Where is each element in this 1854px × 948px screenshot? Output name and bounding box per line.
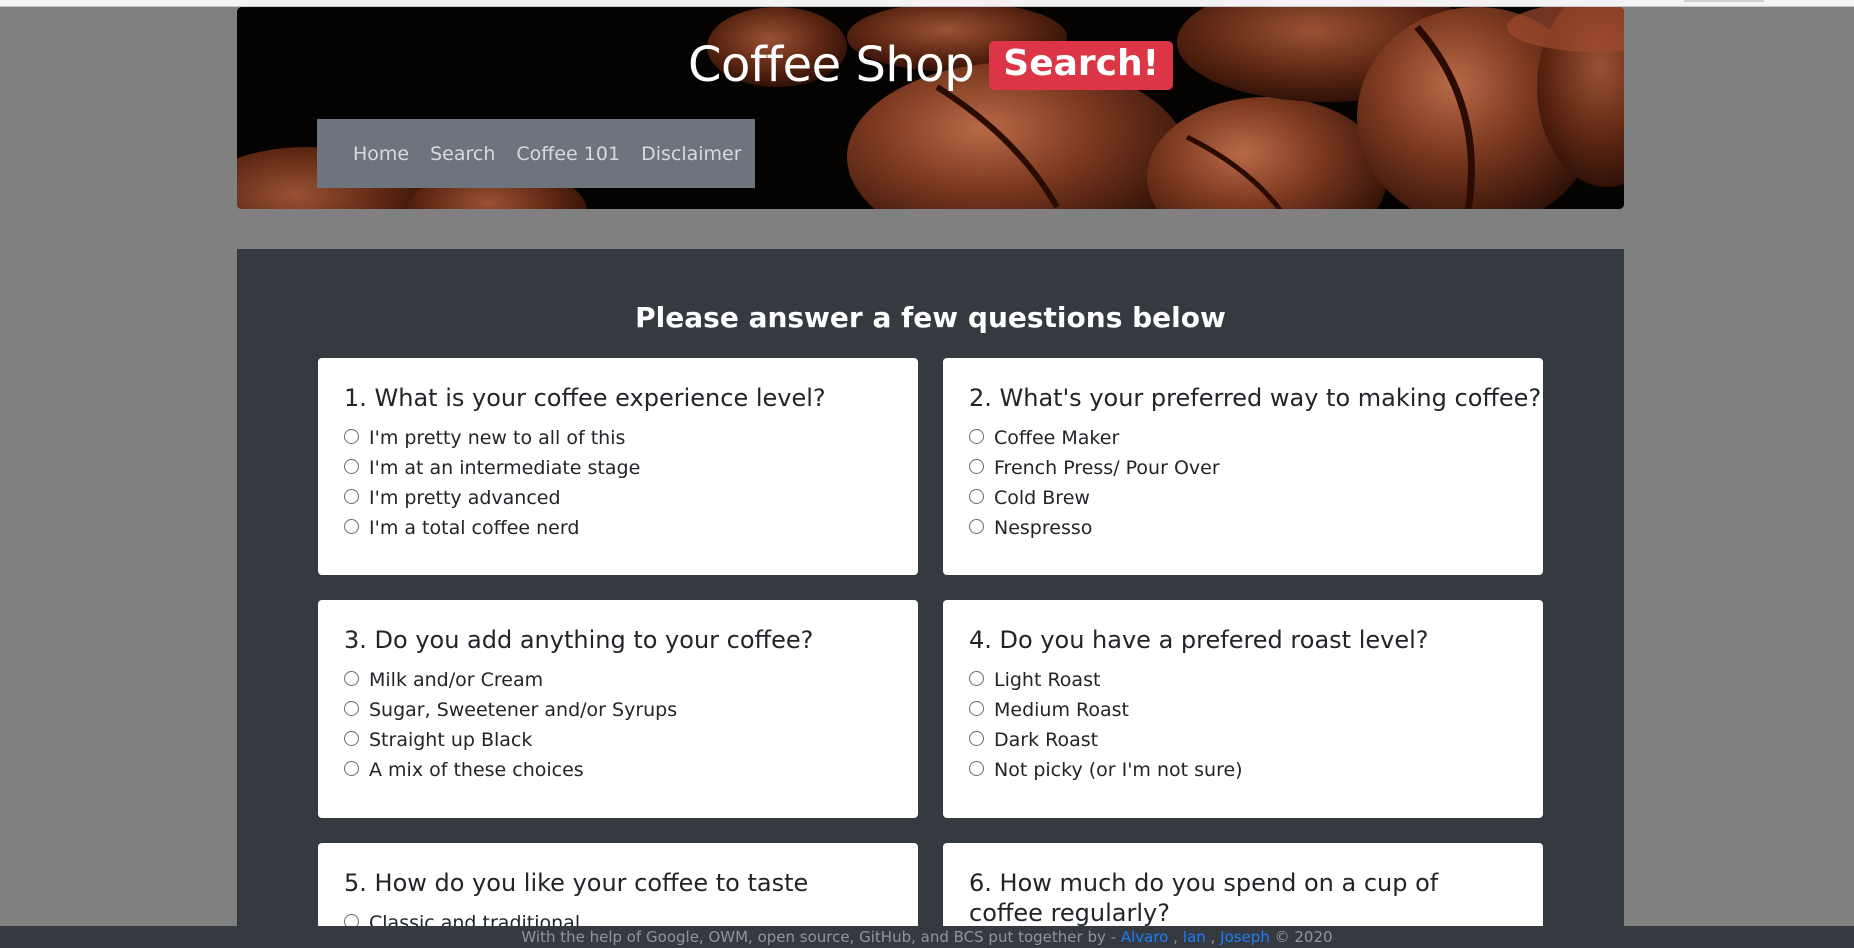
answer-option[interactable]: Dark Roast — [969, 725, 1517, 755]
question-title: 1. What is your coffee experience level? — [344, 384, 826, 412]
answer-label: Coffee Maker — [994, 427, 1120, 449]
answer-option[interactable]: I'm a total coffee nerd — [344, 513, 892, 543]
answer-option[interactable]: Sugar, Sweetener and/or Syrups — [344, 695, 892, 725]
answer-option[interactable]: Straight up Black — [344, 725, 892, 755]
answer-option[interactable]: French Press/ Pour Over — [969, 453, 1517, 483]
radio-button[interactable] — [344, 760, 359, 776]
question-title: 2. What's your preferred way to making c… — [969, 384, 1542, 412]
radio-button[interactable] — [969, 670, 984, 686]
answer-option[interactable]: Not picky (or I'm not sure) — [969, 755, 1517, 785]
nav-disclaimer-link[interactable]: Disclaimer — [641, 143, 741, 165]
answer-option[interactable]: I'm pretty new to all of this — [344, 423, 892, 453]
author-link-alvaro[interactable]: Alvaro — [1121, 928, 1169, 946]
radio-button[interactable] — [344, 458, 359, 474]
answer-option[interactable]: I'm pretty advanced — [344, 483, 892, 513]
answer-option[interactable]: Cold Brew — [969, 483, 1517, 513]
answer-label: I'm pretty advanced — [369, 487, 561, 509]
answer-option[interactable]: Nespresso — [969, 513, 1517, 543]
radio-button[interactable] — [344, 700, 359, 716]
answer-label: Nespresso — [994, 517, 1093, 539]
question-title: 4. Do you have a prefered roast level? — [969, 626, 1429, 654]
site-title: Coffee Shop Search! — [237, 37, 1624, 93]
answer-option[interactable]: A mix of these choices — [344, 755, 892, 785]
radio-button[interactable] — [969, 518, 984, 534]
radio-button[interactable] — [969, 458, 984, 474]
answer-option[interactable]: Light Roast — [969, 665, 1517, 695]
answer-label: Straight up Black — [369, 729, 533, 751]
answer-label: French Press/ Pour Over — [994, 457, 1220, 479]
footer-text: With the help of Google, OWM, open sourc… — [521, 928, 1117, 946]
site-name: Coffee Shop — [687, 37, 975, 93]
page-title: Please answer a few questions below — [635, 301, 1226, 334]
answer-label: I'm at an intermediate stage — [369, 457, 641, 479]
radio-button[interactable] — [344, 428, 359, 444]
main-navbar: Home Search Coffee 101 Disclaimer — [317, 119, 755, 188]
nav-search-link[interactable]: Search — [430, 143, 495, 165]
radio-button[interactable] — [344, 670, 359, 686]
radio-button[interactable] — [969, 760, 984, 776]
question-title: 5. How do you like your coffee to taste — [344, 869, 809, 897]
answer-label: Medium Roast — [994, 699, 1129, 721]
footer-copyright: © 2020 — [1274, 928, 1333, 946]
answer-label: Dark Roast — [994, 729, 1099, 751]
question-card-4: 4. Do you have a prefered roast level? L… — [943, 600, 1543, 818]
answer-label: Not picky (or I'm not sure) — [994, 759, 1243, 781]
footer-separator: , — [1210, 928, 1216, 946]
answer-label: I'm pretty new to all of this — [369, 427, 626, 449]
answer-label: Milk and/or Cream — [369, 669, 544, 691]
radio-button[interactable] — [344, 730, 359, 746]
radio-button[interactable] — [969, 428, 984, 444]
search-badge[interactable]: Search! — [989, 40, 1174, 90]
answer-option[interactable]: I'm at an intermediate stage — [344, 453, 892, 483]
answer-option[interactable]: Milk and/or Cream — [344, 665, 892, 695]
answer-option[interactable]: Medium Roast — [969, 695, 1517, 725]
header-banner: Coffee Shop Search! Home Search Coffee 1… — [237, 7, 1624, 209]
answer-label: Light Roast — [994, 669, 1101, 691]
answer-label: A mix of these choices — [369, 759, 584, 781]
questionnaire-panel: Please answer a few questions below 1. W… — [237, 249, 1624, 948]
footer-separator: , — [1173, 928, 1178, 946]
nav-coffee-101-link[interactable]: Coffee 101 — [516, 143, 620, 165]
question-card-3: 3. Do you add anything to your coffee? M… — [318, 600, 918, 818]
question-card-1: 1. What is your coffee experience level?… — [318, 358, 918, 575]
browser-top-strip — [0, 0, 1854, 7]
question-card-2: 2. What's your preferred way to making c… — [943, 358, 1543, 575]
author-link-joseph[interactable]: Joseph — [1220, 928, 1270, 946]
author-link-ian[interactable]: Ian — [1183, 928, 1206, 946]
answer-label: I'm a total coffee nerd — [369, 517, 580, 539]
answer-option[interactable]: Coffee Maker — [969, 423, 1517, 453]
browser-tab-stub — [1684, 0, 1764, 2]
radio-button[interactable] — [344, 518, 359, 534]
answer-label: Cold Brew — [994, 487, 1090, 509]
page-footer: With the help of Google, OWM, open sourc… — [0, 926, 1854, 948]
nav-home-link[interactable]: Home — [353, 143, 409, 165]
question-title: 3. Do you add anything to your coffee? — [344, 626, 814, 654]
radio-button[interactable] — [344, 488, 359, 504]
radio-button[interactable] — [969, 700, 984, 716]
question-title: 6. How much do you spend on a cup of cof… — [969, 869, 1439, 927]
radio-button[interactable] — [969, 488, 984, 504]
radio-button[interactable] — [969, 730, 984, 746]
answer-label: Sugar, Sweetener and/or Syrups — [369, 699, 678, 721]
